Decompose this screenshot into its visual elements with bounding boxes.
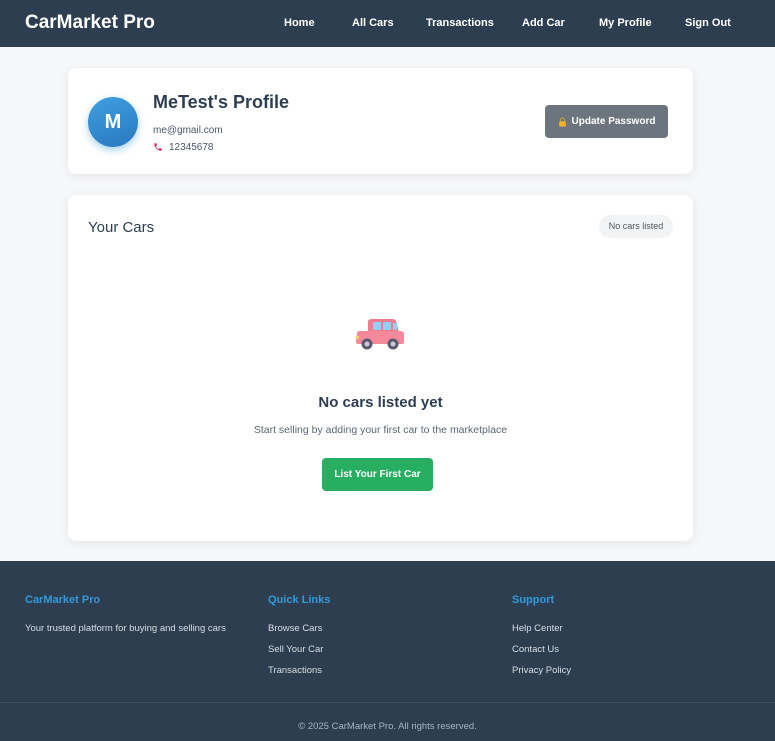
footer-link-privacy-policy[interactable]: Privacy Policy [512,665,571,676]
footer-heading-quick-links: Quick Links [268,594,331,606]
brand-logo[interactable]: CarMarket Pro [25,12,155,34]
footer-heading-about: CarMarket Pro [25,594,101,606]
footer-link-help-center[interactable]: Help Center [512,623,563,634]
copyright-text: © 2025 CarMarket Pro. All rights reserve… [298,721,477,732]
cars-count-badge: No cars listed [599,215,673,238]
lock-icon [558,117,566,127]
nav-link-transactions[interactable]: Transactions [426,17,494,29]
nav-link-add-car[interactable]: Add Car [522,17,565,29]
avatar: M [88,97,138,147]
navbar: CarMarket Pro Home All Cars Transactions… [0,0,775,47]
empty-state-title: No cars listed yet [318,394,443,411]
profile-email: me@gmail.com [153,125,223,136]
footer-heading-support: Support [512,594,555,606]
nav-link-sign-out[interactable]: Sign Out [685,17,731,29]
update-password-label: Update Password [571,116,656,127]
footer: CarMarket Pro Your trusted platform for … [0,561,775,741]
update-password-button[interactable]: Update Password [545,105,668,138]
footer-about-text: Your trusted platform for buying and sel… [25,623,226,634]
your-cars-card: Your Cars No cars listed No cars listed … [68,195,693,541]
empty-state-description: Start selling by adding your first car t… [253,424,508,436]
your-cars-title: Your Cars [88,219,155,236]
profile-phone: 12345678 [153,141,214,153]
list-first-car-button[interactable]: List Your First Car [322,458,433,491]
nav-link-my-profile[interactable]: My Profile [599,17,652,29]
footer-link-browse-cars[interactable]: Browse Cars [268,623,322,634]
profile-name: MeTest's Profile [153,92,289,112]
profile-card: M MeTest's Profile me@gmail.com 12345678… [68,68,693,174]
footer-link-transactions[interactable]: Transactions [268,665,322,676]
phone-icon [154,143,162,151]
nav-link-home[interactable]: Home [284,17,315,29]
car-icon [356,319,404,350]
phone-number: 12345678 [169,141,214,153]
footer-divider [0,702,775,703]
footer-link-sell-your-car[interactable]: Sell Your Car [268,644,323,655]
footer-link-contact-us[interactable]: Contact Us [512,644,559,655]
nav-link-all-cars[interactable]: All Cars [352,17,394,29]
